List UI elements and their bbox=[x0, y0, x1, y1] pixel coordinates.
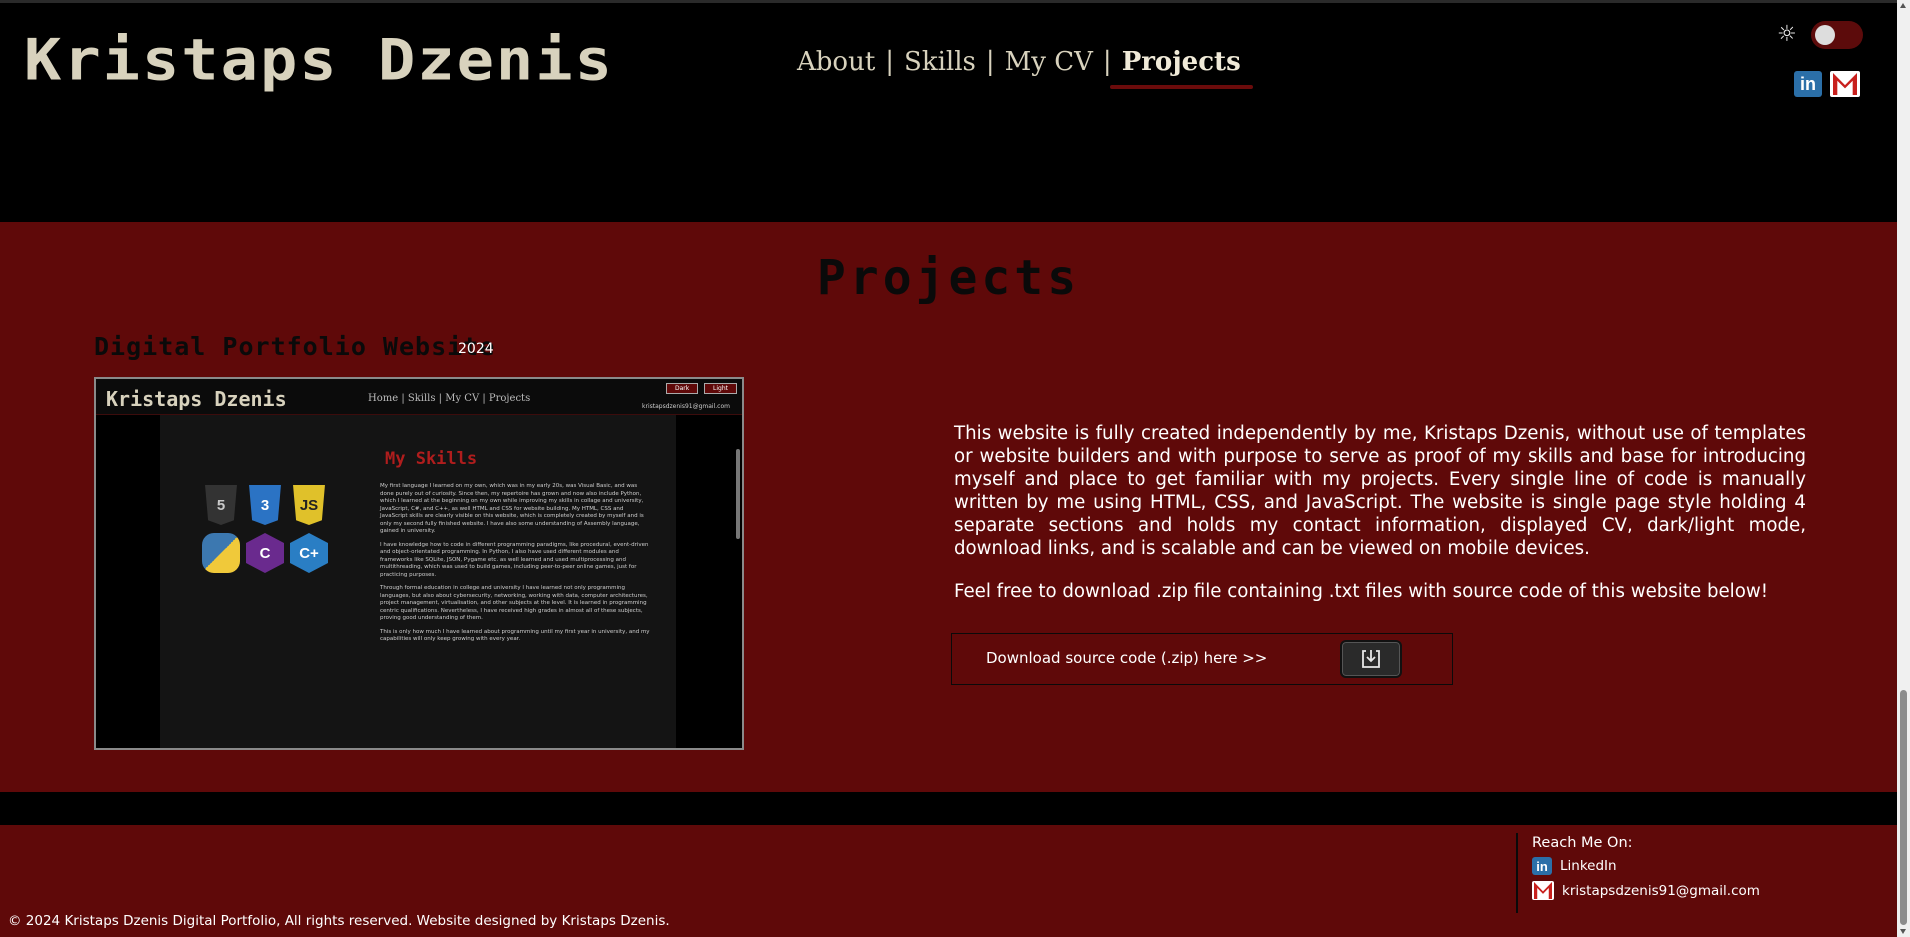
nav-skills[interactable]: Skills bbox=[904, 47, 976, 77]
python-icon bbox=[202, 533, 240, 573]
footer: Reach Me On: in LinkedIn kristapsdzenis9… bbox=[0, 825, 1897, 937]
site-title: Kristaps Dzenis bbox=[24, 25, 614, 94]
html5-icon: 5 bbox=[205, 485, 237, 525]
page-scrollbar[interactable] bbox=[1897, 0, 1910, 937]
screenshot-header: Kristaps Dzenis Home | Skills | My CV | … bbox=[96, 379, 742, 415]
screenshot-paragraph: Through formal education in college and … bbox=[380, 585, 648, 621]
header: Kristaps Dzenis About | Skills | My CV |… bbox=[0, 0, 1897, 222]
theme-switcher: ☼ bbox=[1777, 21, 1863, 49]
screenshot-nav: Home | Skills | My CV | Projects bbox=[368, 393, 531, 404]
footer-email[interactable]: kristapsdzenis91@gmail.com bbox=[1532, 881, 1760, 900]
linkedin-icon[interactable]: in bbox=[1794, 71, 1822, 97]
screenshot-text: My first language I learned on my own, w… bbox=[380, 483, 652, 650]
nav-my-cv[interactable]: My CV bbox=[1005, 47, 1093, 77]
gmail-icon[interactable] bbox=[1830, 71, 1860, 97]
skill-icons: 5 3 JS C C+ bbox=[202, 485, 328, 573]
scroll-thumb[interactable] bbox=[1900, 690, 1907, 925]
scroll-up-icon[interactable] bbox=[1900, 3, 1906, 8]
css3-icon: 3 bbox=[249, 485, 281, 525]
toggle-knob bbox=[1815, 25, 1835, 45]
nav-separator: | bbox=[885, 47, 895, 77]
project-description: This website is fully created independen… bbox=[954, 423, 1806, 559]
c-icon: C bbox=[246, 533, 284, 573]
screenshot-paragraph: My first language I learned on my own, w… bbox=[380, 483, 644, 534]
screenshot-body: My Skills 5 3 JS C C+ My first language … bbox=[160, 415, 676, 748]
project-screenshot[interactable]: Kristaps Dzenis Home | Skills | My CV | … bbox=[94, 377, 744, 750]
footer-linkedin[interactable]: in LinkedIn bbox=[1532, 857, 1760, 875]
screenshot-scrollbar bbox=[736, 449, 740, 539]
download-label: Download source code (.zip) here >> bbox=[986, 649, 1268, 667]
copyright: © 2024 Kristaps Dzenis Digital Portfolio… bbox=[8, 913, 670, 929]
download-box: Download source code (.zip) here >> bbox=[951, 633, 1453, 685]
screenshot-email: kristapsdzenis91@gmail.com bbox=[642, 403, 730, 410]
dark-mode-toggle[interactable] bbox=[1811, 21, 1863, 49]
scroll-down-icon[interactable] bbox=[1900, 929, 1906, 934]
sun-icon: ☼ bbox=[1777, 22, 1797, 47]
nav-separator: | bbox=[985, 47, 995, 77]
main-nav: About | Skills | My CV | Projects bbox=[797, 47, 1253, 89]
email-link[interactable]: kristapsdzenis91@gmail.com bbox=[1562, 883, 1760, 899]
project-title: Digital Portfolio Website bbox=[94, 332, 496, 361]
download-note: Feel free to download .zip file containi… bbox=[954, 581, 1769, 602]
download-icon bbox=[1362, 650, 1380, 668]
social-links: in bbox=[1794, 71, 1860, 97]
javascript-icon: JS bbox=[293, 485, 325, 525]
nav-separator: | bbox=[1102, 47, 1112, 77]
download-button[interactable] bbox=[1340, 640, 1402, 678]
nav-about[interactable]: About bbox=[797, 47, 875, 77]
contact-block: Reach Me On: in LinkedIn kristapsdzenis9… bbox=[1516, 833, 1760, 913]
projects-section: Projects Digital Portfolio Website 2024 … bbox=[0, 222, 1897, 792]
project-year: 2024 bbox=[458, 341, 494, 357]
divider-band bbox=[0, 792, 1897, 825]
screenshot-section-title: My Skills bbox=[385, 449, 478, 469]
screenshot-light-button: Light bbox=[704, 383, 737, 394]
screenshot-paragraph: This is only how much I have learned abo… bbox=[380, 628, 650, 643]
reach-title: Reach Me On: bbox=[1532, 835, 1633, 851]
linkedin-link[interactable]: LinkedIn bbox=[1560, 858, 1617, 874]
screenshot-brand: Kristaps Dzenis bbox=[106, 387, 287, 411]
gmail-icon bbox=[1532, 881, 1554, 900]
linkedin-icon: in bbox=[1532, 857, 1552, 875]
screenshot-paragraph: I have knowledge how to code in differen… bbox=[380, 541, 649, 578]
cpp-icon: C+ bbox=[290, 533, 328, 573]
section-title: Projects bbox=[816, 250, 1081, 306]
screenshot-dark-button: Dark bbox=[666, 383, 699, 394]
nav-projects[interactable]: Projects bbox=[1109, 47, 1253, 89]
